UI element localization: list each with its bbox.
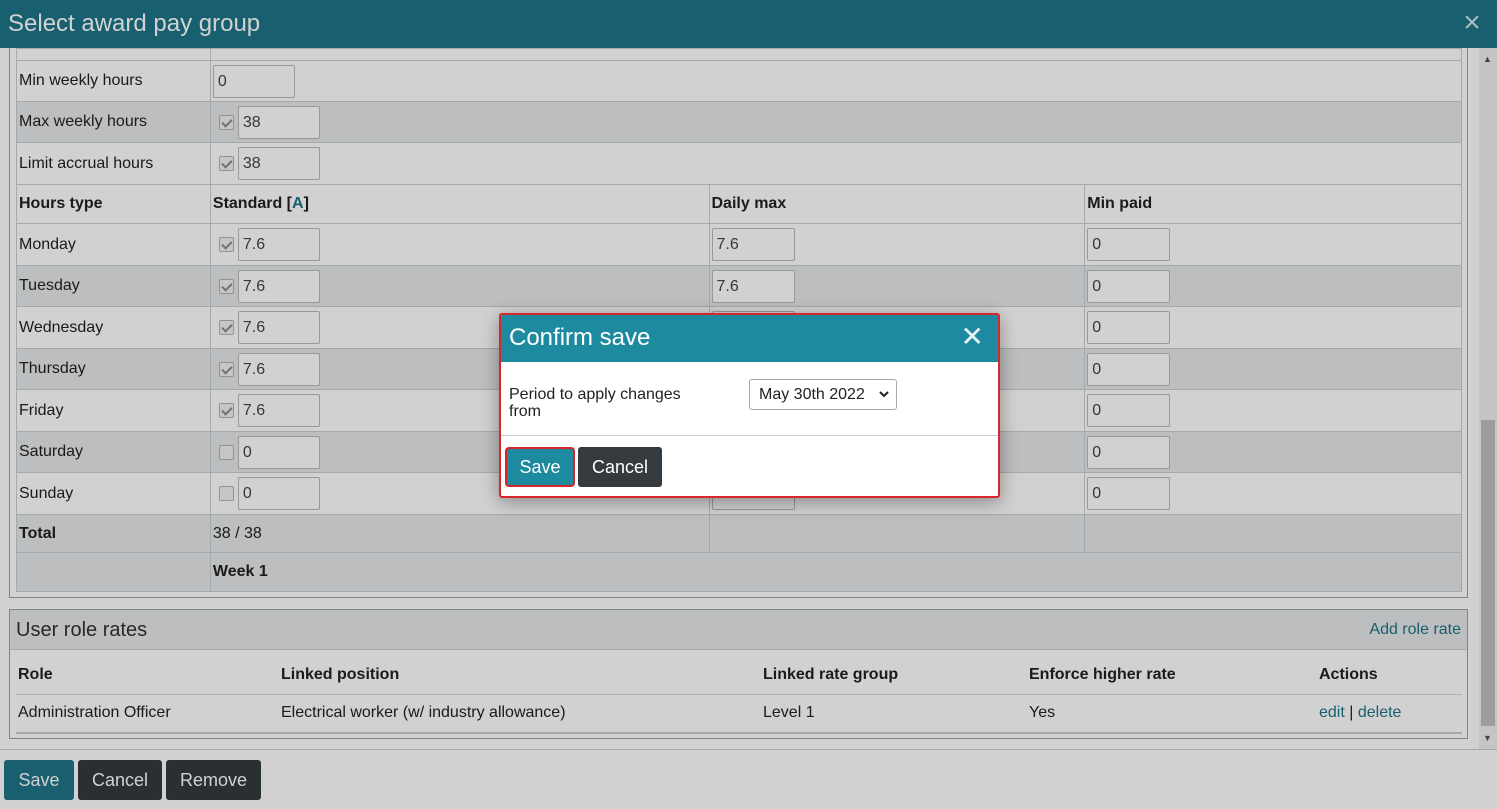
chevron-down-icon: [878, 381, 890, 420]
period-select-value: May 30th 2022: [759, 386, 865, 403]
period-label: Period to apply changes from: [509, 386, 681, 420]
modal-header: Confirm save ✕: [501, 315, 998, 362]
period-select[interactable]: May 30th 2022: [749, 379, 897, 410]
close-icon[interactable]: ✕: [961, 322, 984, 352]
modal-cancel-button[interactable]: Cancel: [578, 447, 662, 487]
confirm-save-modal: Confirm save ✕ Period to apply changes f…: [499, 313, 1000, 498]
modal-save-button[interactable]: Save: [505, 447, 575, 487]
modal-title: Confirm save: [509, 324, 651, 351]
